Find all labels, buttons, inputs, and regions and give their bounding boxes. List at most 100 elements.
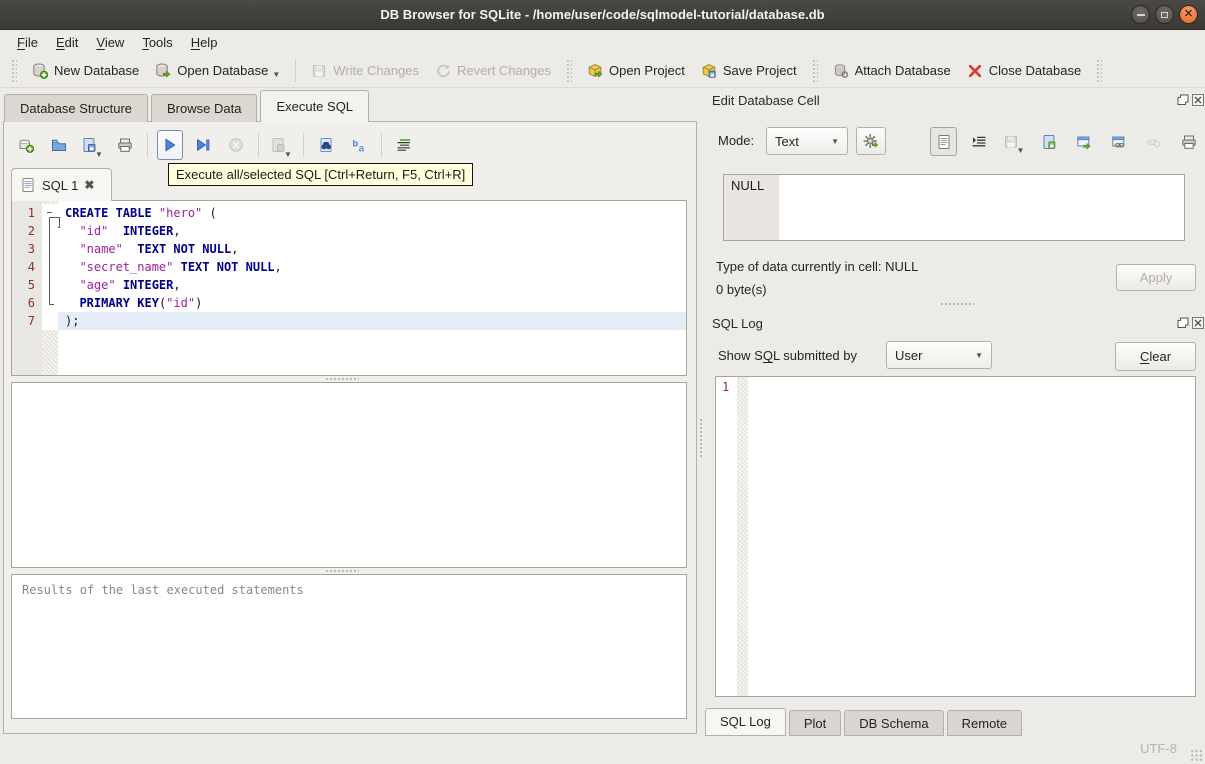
new-tab-button[interactable] [13, 130, 39, 160]
svg-text:a: a [359, 144, 365, 154]
panel-splitter[interactable] [699, 418, 704, 458]
open-project-button[interactable]: Open Project [579, 59, 693, 83]
export-file-icon [1076, 134, 1092, 150]
open-url-icon [1111, 134, 1127, 150]
apply-cell-mode-button[interactable] [856, 127, 886, 155]
close-icon: ✕ [1183, 8, 1194, 20]
show-sql-filter-label: Show SQL submitted by [718, 348, 857, 363]
clear-log-button[interactable]: Clear [1115, 342, 1196, 371]
sql-toolbar: ▼ ▼ b a [13, 127, 417, 163]
execute-current-line-button[interactable] [190, 130, 216, 160]
bottom-tab-plot[interactable]: Plot [788, 710, 842, 736]
open-url-button[interactable] [1105, 127, 1132, 156]
cell-type-label: Type of data currently in cell: NULL [716, 259, 919, 274]
open-project-label: Open Project [608, 63, 685, 78]
fold-margin [42, 294, 58, 312]
close-database-button[interactable]: Close Database [959, 59, 1090, 83]
close-dock-icon[interactable] [1192, 94, 1204, 106]
tab-browse-data[interactable]: Browse Data [151, 94, 258, 122]
fold-marker[interactable] [42, 204, 60, 228]
code-text: "id" INTEGER, [58, 222, 686, 240]
close-tab-icon[interactable]: ✖ [84, 178, 94, 192]
close-database-icon [967, 63, 983, 79]
save-project-button[interactable]: Save Project [693, 59, 805, 83]
float-dock-icon[interactable] [1177, 94, 1189, 106]
sql-log-filter-select[interactable]: User ▼ [886, 341, 992, 369]
maximize-button[interactable] [1155, 5, 1174, 24]
float-dock-icon[interactable] [1177, 317, 1189, 329]
editor-line-3[interactable]: 3 "name" TEXT NOT NULL, [12, 240, 686, 258]
bottom-tab-sql-log[interactable]: SQL Log [705, 708, 786, 736]
menu-help[interactable]: Help [182, 33, 227, 52]
attach-database-button[interactable]: Attach Database [825, 59, 959, 83]
line-number: 3 [12, 240, 42, 258]
execute-current-line-icon [195, 137, 211, 153]
menu-tools[interactable]: Tools [133, 33, 181, 52]
menu-edit[interactable]: Edit [47, 33, 87, 52]
titlebar[interactable]: DB Browser for SQLite - /home/user/code/… [0, 0, 1205, 30]
main-toolbar: New Database Open Database ▼ Write Changes R… [0, 54, 1205, 88]
word-wrap-icon [971, 134, 987, 150]
export-file-button[interactable] [1070, 127, 1097, 156]
word-wrap-button[interactable] [965, 127, 992, 156]
mode-select[interactable]: Text ▼ [766, 127, 848, 155]
save-as-button[interactable]: ▼ [1000, 127, 1027, 156]
line-number: 4 [12, 258, 42, 276]
resize-grip[interactable] [1190, 749, 1203, 762]
fold-margin [42, 258, 58, 276]
close-button[interactable]: ✕ [1179, 5, 1198, 24]
editor-line-5[interactable]: 5 "age" INTEGER, [12, 276, 686, 294]
save-results-button[interactable]: ▼ [268, 130, 294, 160]
minimize-icon [1136, 13, 1145, 16]
bottom-tab-remote[interactable]: Remote [946, 710, 1023, 736]
editor-line-7[interactable]: 7); [12, 312, 686, 330]
replace-text-button[interactable]: ba [346, 130, 372, 160]
open-sql-file-icon [51, 137, 67, 153]
editor-line-1[interactable]: 1 CREATE TABLE "hero" ( [12, 204, 686, 228]
sql-log-view[interactable]: 1 [715, 376, 1196, 697]
new-database-label: New Database [54, 63, 140, 78]
revert-changes-button[interactable]: Revert Changes [427, 59, 559, 83]
main-tabbar: Database Structure Browse Data Execute SQL [4, 90, 372, 122]
write-changes-button[interactable]: Write Changes [303, 59, 427, 83]
cell-value-editor[interactable]: NULL [723, 174, 1185, 241]
save-results-icon [270, 137, 286, 153]
chevron-down-icon: ▼ [95, 150, 103, 159]
tab-database-structure[interactable]: Database Structure [4, 94, 149, 122]
save-sql-file-button[interactable]: ▼ [79, 130, 105, 160]
encoding-indicator: UTF-8 [1140, 741, 1177, 756]
menu-file[interactable]: File [8, 33, 47, 52]
set-as-null-button[interactable] [1140, 127, 1167, 156]
editor-line-4[interactable]: 4 "secret_name" TEXT NOT NULL, [12, 258, 686, 276]
sql-editor[interactable]: 1 CREATE TABLE "hero" (2 "id" INTEGER, 3 "… [11, 200, 687, 376]
minimize-button[interactable] [1131, 5, 1150, 24]
execute-all-button[interactable] [157, 130, 183, 160]
tab-execute-sql[interactable]: Execute SQL [260, 90, 370, 122]
format-sql-button[interactable] [391, 130, 417, 160]
fold-margin [42, 312, 58, 330]
results-grid-pane [11, 382, 687, 568]
menu-view[interactable]: View [87, 33, 133, 52]
close-dock-icon[interactable] [1192, 317, 1204, 329]
mode-label: Mode: [718, 133, 755, 148]
open-sql-file-button[interactable] [46, 130, 72, 160]
revert-changes-label: Revert Changes [457, 63, 551, 78]
dock-splitter[interactable] [940, 302, 974, 306]
print-button[interactable] [112, 130, 138, 160]
new-database-button[interactable]: New Database [24, 59, 147, 83]
bottom-tab-db-schema[interactable]: DB Schema [844, 710, 944, 736]
apply-button[interactable]: Apply [1116, 264, 1196, 291]
find-replace-button[interactable] [313, 130, 339, 160]
line-number: 7 [12, 312, 42, 330]
edit-cell-dock-buttons [1177, 94, 1204, 106]
sql-document-tab[interactable]: SQL 1 ✖ [11, 168, 112, 201]
stop-button[interactable] [223, 130, 249, 160]
text-mode-button[interactable] [930, 127, 957, 156]
import-file-button[interactable] [1035, 127, 1062, 156]
editor-line-6[interactable]: 6 PRIMARY KEY("id") [12, 294, 686, 312]
line-number: 6 [12, 294, 42, 312]
print-cell-button[interactable] [1175, 127, 1202, 156]
window-controls: ✕ [1131, 5, 1198, 24]
open-database-button[interactable]: Open Database ▼ [147, 59, 288, 83]
editor-line-2[interactable]: 2 "id" INTEGER, [12, 222, 686, 240]
